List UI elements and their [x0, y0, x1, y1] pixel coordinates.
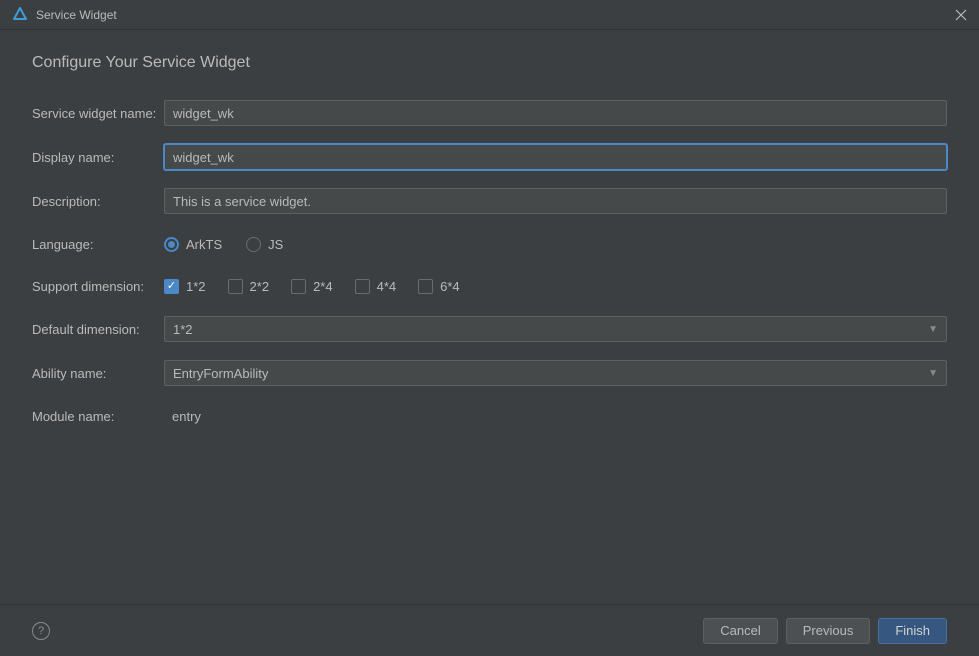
- close-icon[interactable]: [953, 7, 969, 23]
- widget-name-input[interactable]: [164, 100, 947, 126]
- support-dimension-group: 1*2 2*2 2*4 4*4 6*4: [164, 279, 947, 294]
- radio-label: ArkTS: [186, 237, 222, 252]
- checkbox-label: 4*4: [377, 279, 397, 294]
- select-value: EntryFormAbility: [173, 366, 268, 381]
- checkbox-label: 2*2: [250, 279, 270, 294]
- checkbox-icon: [164, 279, 179, 294]
- finish-button[interactable]: Finish: [878, 618, 947, 644]
- bottom-bar: ? Cancel Previous Finish: [0, 604, 979, 656]
- row-description: Description:: [32, 188, 947, 214]
- row-default-dimension: Default dimension: 1*2 ▼: [32, 316, 947, 342]
- row-module-name: Module name: entry: [32, 404, 947, 428]
- language-label: Language:: [32, 237, 164, 252]
- widget-name-label: Service widget name:: [32, 106, 164, 121]
- dimension-checkbox-4x4[interactable]: 4*4: [355, 279, 397, 294]
- support-dimension-label: Support dimension:: [32, 279, 164, 294]
- page-heading: Configure Your Service Widget: [32, 54, 947, 72]
- module-name-value: entry: [164, 409, 201, 424]
- checkbox-label: 2*4: [313, 279, 333, 294]
- row-display-name: Display name:: [32, 144, 947, 170]
- help-icon[interactable]: ?: [32, 622, 50, 640]
- language-radio-group: ArkTS JS: [164, 237, 947, 252]
- chevron-down-icon: ▼: [928, 324, 938, 335]
- language-radio-arkts[interactable]: ArkTS: [164, 237, 222, 252]
- checkbox-icon: [355, 279, 370, 294]
- dimension-checkbox-2x4[interactable]: 2*4: [291, 279, 333, 294]
- window-titlebar: Service Widget: [0, 0, 979, 30]
- display-name-label: Display name:: [32, 150, 164, 165]
- window-title: Service Widget: [36, 8, 117, 22]
- content-area: Configure Your Service Widget Service wi…: [0, 30, 979, 428]
- previous-button[interactable]: Previous: [786, 618, 871, 644]
- checkbox-label: 6*4: [440, 279, 460, 294]
- default-dimension-label: Default dimension:: [32, 322, 164, 337]
- row-ability-name: Ability name: EntryFormAbility ▼: [32, 360, 947, 386]
- dimension-checkbox-6x4[interactable]: 6*4: [418, 279, 460, 294]
- module-name-label: Module name:: [32, 409, 164, 424]
- display-name-input[interactable]: [164, 144, 947, 170]
- ability-name-label: Ability name:: [32, 366, 164, 381]
- language-radio-js[interactable]: JS: [246, 237, 283, 252]
- app-logo-icon: [12, 7, 28, 23]
- radio-icon: [246, 237, 261, 252]
- description-label: Description:: [32, 194, 164, 209]
- dimension-checkbox-2x2[interactable]: 2*2: [228, 279, 270, 294]
- row-support-dimension: Support dimension: 1*2 2*2 2*4 4*4: [32, 274, 947, 298]
- chevron-down-icon: ▼: [928, 368, 938, 379]
- button-group: Cancel Previous Finish: [703, 618, 947, 644]
- select-value: 1*2: [173, 322, 193, 337]
- radio-label: JS: [268, 237, 283, 252]
- checkbox-icon: [418, 279, 433, 294]
- default-dimension-select[interactable]: 1*2 ▼: [164, 316, 947, 342]
- description-input[interactable]: [164, 188, 947, 214]
- radio-icon: [164, 237, 179, 252]
- checkbox-label: 1*2: [186, 279, 206, 294]
- ability-name-select[interactable]: EntryFormAbility ▼: [164, 360, 947, 386]
- row-widget-name: Service widget name:: [32, 100, 947, 126]
- checkbox-icon: [228, 279, 243, 294]
- dimension-checkbox-1x2[interactable]: 1*2: [164, 279, 206, 294]
- row-language: Language: ArkTS JS: [32, 232, 947, 256]
- checkbox-icon: [291, 279, 306, 294]
- cancel-button[interactable]: Cancel: [703, 618, 777, 644]
